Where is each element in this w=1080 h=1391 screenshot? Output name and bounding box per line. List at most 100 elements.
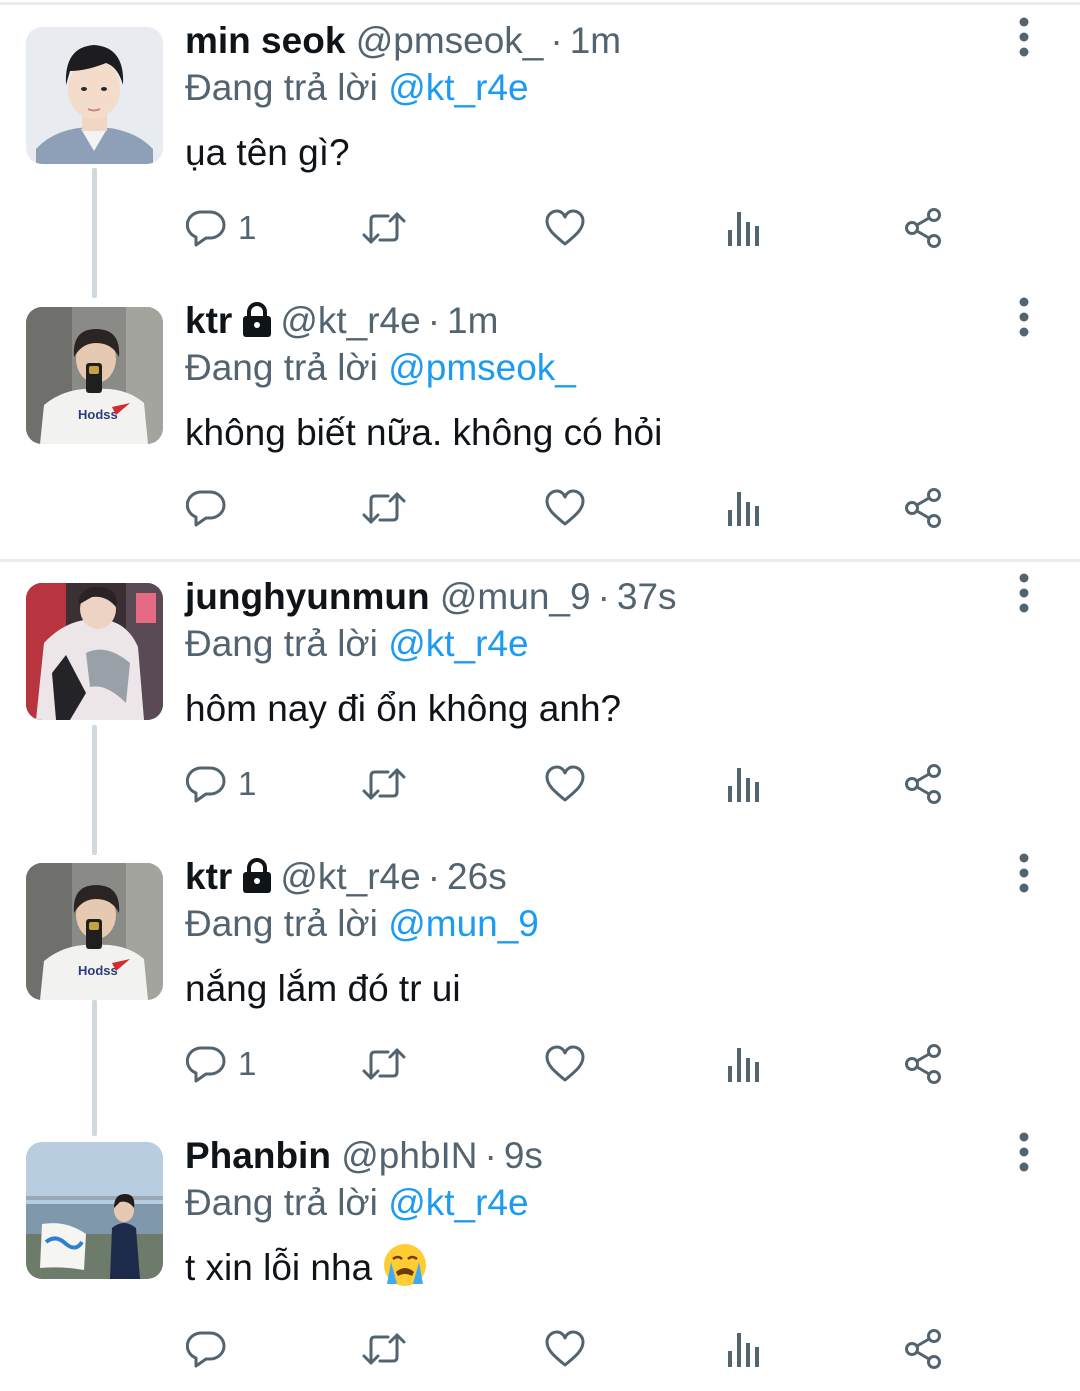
avatar[interactable]: [26, 1142, 163, 1279]
share-icon: [905, 488, 941, 528]
dot-separator: ·: [427, 300, 441, 341]
replying-label: Đang trả lời: [185, 347, 378, 388]
share-button[interactable]: [903, 1321, 943, 1377]
svg-text:Hodss: Hodss: [78, 963, 118, 978]
handle[interactable]: @kt_r4e: [280, 856, 420, 897]
like-icon: [545, 489, 585, 526]
replying-to: Đang trả lời @pmseok_: [185, 343, 576, 393]
more-icon[interactable]: [1010, 294, 1038, 340]
views-icon: [728, 212, 759, 246]
replying-label: Đang trả lời: [185, 623, 378, 664]
share-button[interactable]: [903, 1036, 943, 1092]
views-button[interactable]: [727, 200, 761, 256]
dot-separator: ·: [550, 20, 563, 61]
reply-icon: [186, 1331, 226, 1368]
tweet-header: ktr @kt_r4e · 1m: [185, 296, 498, 346]
replying-to: Đang trả lời @kt_r4e: [185, 63, 529, 113]
reply-button[interactable]: 1: [186, 756, 256, 812]
retweet-button[interactable]: [361, 480, 407, 536]
handle[interactable]: @pmseok_: [356, 20, 544, 61]
like-icon: [545, 1330, 585, 1367]
retweet-button[interactable]: [361, 1321, 407, 1377]
tweet-actions: 1: [0, 756, 1080, 812]
avatar-image: [26, 583, 163, 720]
mention-link[interactable]: @mun_9: [388, 903, 539, 944]
tweet-text: t xin lỗi nha 😭: [185, 1240, 428, 1296]
tweet-actions: [0, 480, 1080, 536]
views-button[interactable]: [727, 1036, 761, 1092]
like-button[interactable]: [544, 1321, 586, 1377]
mention-link[interactable]: @kt_r4e: [388, 1182, 528, 1223]
display-name[interactable]: Phanbin: [185, 1135, 331, 1176]
display-name[interactable]: ktr: [185, 856, 232, 897]
tweet-actions: 1: [0, 1036, 1080, 1092]
tweet-text: nắng lắm đó tr ui: [185, 968, 461, 1009]
mention-link[interactable]: @pmseok_: [388, 347, 576, 388]
avatar[interactable]: Hodss: [26, 863, 163, 1000]
timestamp[interactable]: 1m: [447, 300, 498, 341]
dot-separator: ·: [597, 576, 610, 617]
tweet-actions: [0, 1321, 1080, 1377]
replying-to: Đang trả lời @kt_r4e: [185, 619, 529, 669]
more-icon[interactable]: [1010, 570, 1038, 616]
reply-button[interactable]: 1: [186, 1036, 256, 1092]
replying-label: Đang trả lời: [185, 1182, 378, 1223]
avatar-image: [26, 1142, 163, 1279]
timestamp[interactable]: 26s: [447, 856, 507, 897]
like-icon: [545, 1045, 585, 1082]
views-button[interactable]: [727, 480, 761, 536]
like-button[interactable]: [544, 756, 586, 812]
like-button[interactable]: [544, 480, 586, 536]
reply-button[interactable]: [186, 480, 238, 536]
mention-link[interactable]: @kt_r4e: [388, 623, 528, 664]
tweet-text: không biết nữa. không có hỏi: [185, 412, 663, 453]
views-button[interactable]: [727, 756, 761, 812]
like-button[interactable]: [544, 1036, 586, 1092]
timestamp[interactable]: 9s: [504, 1135, 543, 1176]
retweet-icon: [362, 1333, 406, 1365]
avatar[interactable]: [26, 583, 163, 720]
retweet-button[interactable]: [361, 1036, 407, 1092]
share-icon: [905, 764, 941, 804]
reply-icon: [186, 1046, 226, 1083]
avatar[interactable]: Hodss: [26, 307, 163, 444]
retweet-icon: [362, 768, 406, 800]
replying-label: Đang trả lời: [185, 903, 378, 944]
like-button[interactable]: [544, 200, 586, 256]
avatar-image: Hodss: [26, 863, 163, 1000]
dot-separator: ·: [484, 1135, 497, 1176]
share-button[interactable]: [903, 200, 943, 256]
handle[interactable]: @kt_r4e: [280, 300, 420, 341]
retweet-button[interactable]: [361, 200, 407, 256]
display-name[interactable]: min seok: [185, 20, 345, 61]
handle[interactable]: @phbIN: [341, 1135, 477, 1176]
share-button[interactable]: [903, 480, 943, 536]
views-button[interactable]: [727, 1321, 761, 1377]
timestamp[interactable]: 1m: [570, 20, 621, 61]
views-icon: [728, 492, 759, 526]
tweet-header: ktr @kt_r4e · 26s: [185, 852, 507, 902]
more-icon[interactable]: [1010, 14, 1038, 60]
dot-separator: ·: [427, 856, 441, 897]
more-icon[interactable]: [1010, 1129, 1038, 1175]
share-button[interactable]: [903, 756, 943, 812]
handle[interactable]: @mun_9: [440, 576, 591, 617]
views-icon: [728, 768, 759, 802]
reply-button[interactable]: 1: [186, 200, 256, 256]
mention-link[interactable]: @kt_r4e: [388, 67, 528, 108]
lock-icon: [243, 302, 272, 337]
crying-emoji: 😭: [382, 1242, 428, 1288]
retweet-button[interactable]: [361, 756, 407, 812]
timestamp[interactable]: 37s: [617, 576, 677, 617]
reply-icon: [186, 766, 226, 803]
more-icon[interactable]: [1010, 850, 1038, 896]
reply-count: 1: [238, 1045, 257, 1082]
display-name[interactable]: junghyunmun: [185, 576, 430, 617]
reply-button[interactable]: [186, 1321, 238, 1377]
tweet-header: junghyunmun @mun_9 · 37s: [185, 572, 677, 622]
avatar-image: Hodss: [26, 307, 163, 444]
avatar[interactable]: [26, 27, 163, 164]
like-icon: [545, 209, 585, 246]
share-icon: [905, 1329, 941, 1369]
display-name[interactable]: ktr: [185, 300, 232, 341]
